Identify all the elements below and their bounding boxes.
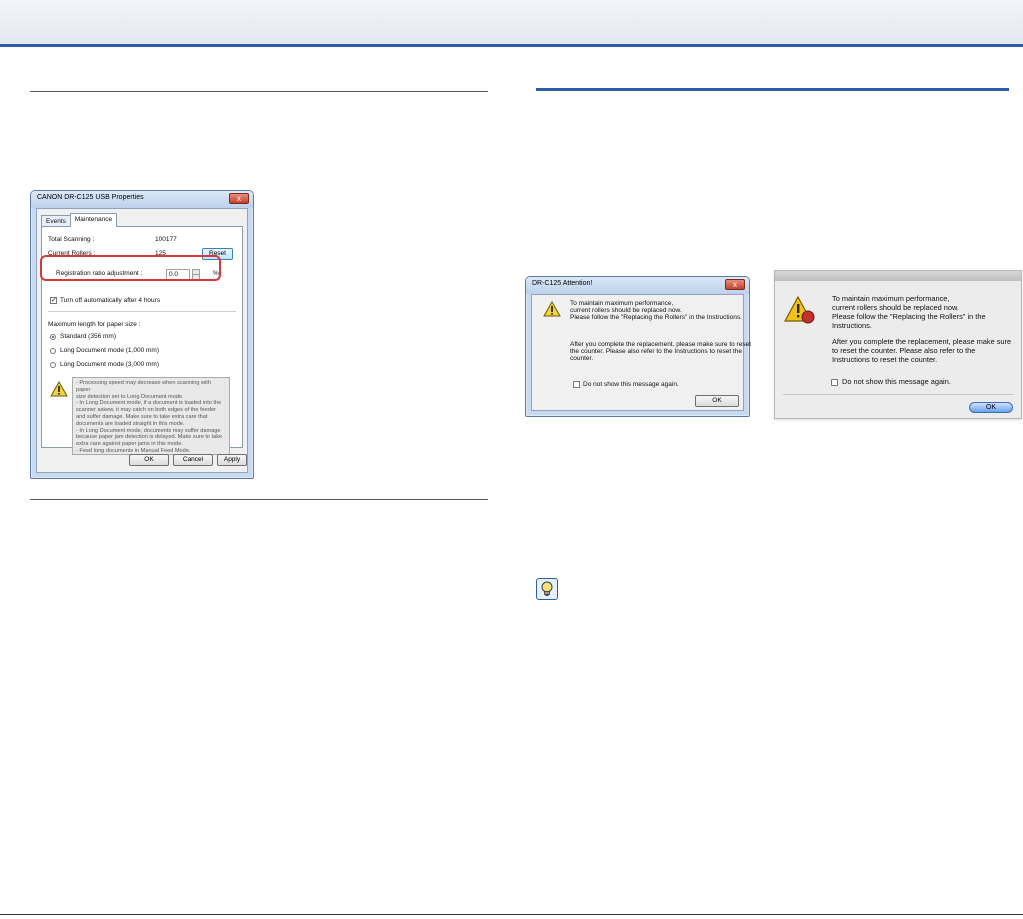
- note-line: - In Long Document mode, if a document i…: [76, 400, 222, 407]
- tab-strip: Events Maintenance: [41, 213, 118, 227]
- dont-show-checkbox[interactable]: [831, 379, 838, 386]
- attention-message-line: To maintain maximum performance,: [570, 300, 674, 307]
- dont-show-checkbox[interactable]: [573, 381, 580, 388]
- max-length-label: Maximum length for paper size :: [48, 321, 141, 328]
- footer-rule: [0, 914, 1023, 915]
- note-line: size detection set to Long Document mode…: [76, 393, 184, 400]
- radio-long-3000[interactable]: [50, 362, 56, 368]
- dont-show-label: Do not show this message again.: [583, 381, 679, 388]
- auto-off-checkbox[interactable]: ✓: [50, 297, 57, 304]
- mac-message-line: Please follow the "Replacing the Rollers…: [832, 312, 986, 321]
- attention-message-line: counter.: [570, 355, 594, 362]
- mac-message-line: Instructions to reset the counter.: [832, 355, 938, 364]
- mac-message-line: Instructions.: [832, 321, 872, 330]
- radio-long-1000-label: Long Document mode (1,000 mm): [60, 347, 159, 354]
- attention-dialog-windows: DR-C125 Attention! x To maintain maximum…: [525, 276, 751, 417]
- note-line: - In Long Document mode, documents may s…: [76, 427, 221, 434]
- mac-title-bar: [775, 271, 1021, 281]
- tab-maintenance[interactable]: Maintenance: [69, 213, 118, 227]
- mac-message-line: After you complete the replacement, plea…: [832, 337, 1012, 346]
- section-rule-left-top: [30, 91, 488, 92]
- radio-long-1000[interactable]: [50, 348, 56, 354]
- attention-dialog-mac: To maintain maximum performance, current…: [774, 270, 1022, 419]
- total-scanning-label: Total Scanning :: [48, 236, 95, 243]
- attention-message-line: After you complete the replacement, plea…: [570, 341, 752, 348]
- attention-dialog-title: DR-C125 Attention!: [526, 277, 749, 294]
- long-document-notes: - Processing speed may decrease when sca…: [72, 377, 230, 455]
- ok-button[interactable]: OK: [695, 395, 739, 407]
- properties-dialog-title: CANON DR-C125 USB Properties: [31, 191, 253, 208]
- warning-triangle-icon: [543, 301, 561, 317]
- apply-button[interactable]: Apply: [217, 454, 247, 466]
- properties-dialog-body: Events Maintenance Total Scanning : 1001…: [36, 208, 248, 473]
- radio-long-3000-label: Long Document mode (3,000 mm): [60, 361, 159, 368]
- mac-separator: [783, 394, 1013, 395]
- tip-box: [536, 578, 558, 600]
- note-line: and suffer damage. Make sure to take ext…: [76, 413, 208, 420]
- section-rule-left-bottom: [30, 499, 488, 500]
- note-line: because paper jam detection is delayed. …: [76, 434, 223, 441]
- mac-message-line: current rollers should be replaced now.: [832, 303, 959, 312]
- mac-message-line: to reset the counter. Please also refer …: [832, 346, 976, 355]
- total-scanning-value: 100177: [155, 236, 177, 243]
- panel-separator: [48, 311, 236, 312]
- note-line: scanner askew, it may catch on both edge…: [76, 407, 216, 414]
- auto-off-label: Turn off automatically after 4 hours: [60, 297, 161, 304]
- close-button[interactable]: x: [725, 279, 745, 290]
- header-rule: [0, 44, 1023, 47]
- ok-button[interactable]: OK: [969, 402, 1013, 413]
- mac-message-line: To maintain maximum performance,: [832, 294, 950, 303]
- warning-triangle-icon: [50, 381, 68, 397]
- note-line: - Processing speed may decrease when sca…: [76, 380, 211, 393]
- section-rule-right-top: [536, 88, 1009, 91]
- attention-message-line: current rollers should be replaced now.: [570, 307, 682, 314]
- radio-standard-label: Standard (356 mm): [60, 333, 116, 340]
- dont-show-label: Do not show this message again.: [842, 377, 951, 386]
- lightbulb-icon: [541, 581, 553, 596]
- attention-message-line: the counter. Please also refer to the In…: [570, 348, 742, 355]
- ok-button[interactable]: OK: [129, 454, 169, 466]
- radio-standard[interactable]: [50, 334, 56, 340]
- scanner-caution-icon: [784, 295, 815, 324]
- note-line: extra care against paper jams in this mo…: [76, 441, 183, 448]
- close-button[interactable]: x: [229, 193, 249, 204]
- cancel-button[interactable]: Cancel: [173, 454, 213, 466]
- header-band: [0, 0, 1023, 46]
- attention-message-line: Please follow the "Replacing the Rollers…: [570, 314, 742, 321]
- attention-dialog-body: To maintain maximum performance, current…: [531, 294, 751, 411]
- properties-dialog: CANON DR-C125 USB Properties x Events Ma…: [30, 190, 254, 479]
- note-line: documents are loaded straight in this mo…: [76, 420, 185, 427]
- registration-ratio-highlight: [40, 255, 221, 281]
